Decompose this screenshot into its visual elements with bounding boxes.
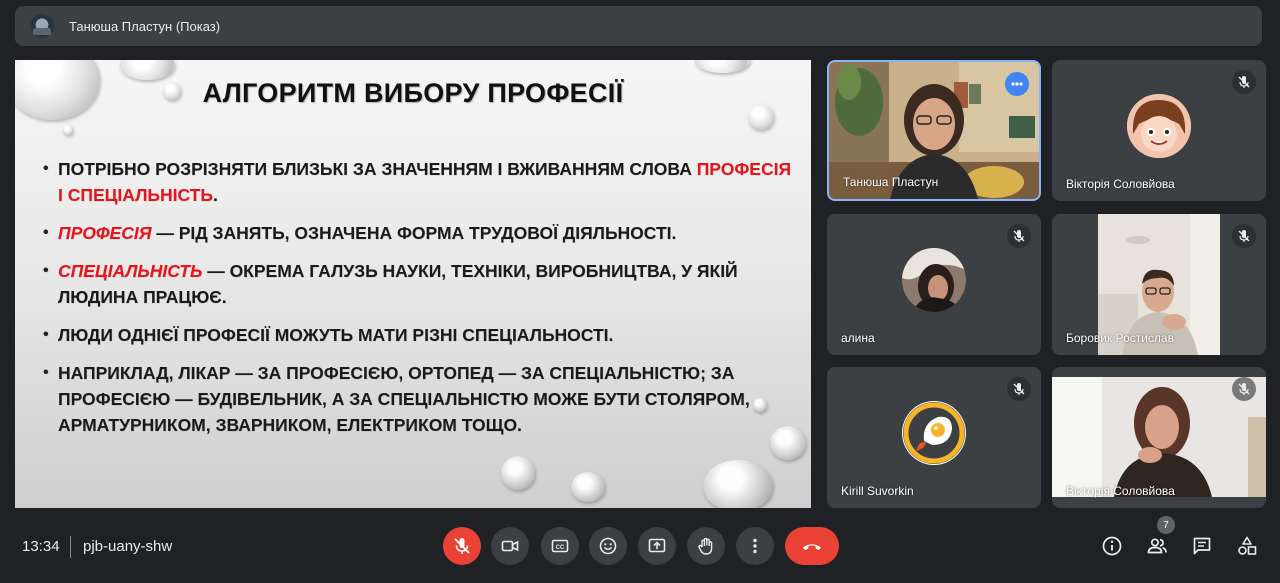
- meeting-code: pjb-uany-shw: [83, 538, 173, 555]
- people-icon: [1147, 538, 1167, 554]
- muted-indicator: [1232, 377, 1256, 401]
- participant-name: Вікторія Соловйова: [1066, 177, 1175, 191]
- mic-off-icon: [1238, 76, 1250, 88]
- emoji-icon: [599, 537, 617, 555]
- slide-bullet: ПРОФЕСІЯ — РІД ЗАНЯТЬ, ОЗНАЧЕНА ФОРМА ТР…: [43, 220, 795, 246]
- fried-egg-rocket-avatar: [902, 401, 966, 466]
- meeting-details-button[interactable]: [1100, 534, 1124, 558]
- water-drop-decoration: [120, 60, 175, 80]
- end-call-icon: [803, 544, 821, 550]
- water-drop-decoration: [501, 456, 535, 490]
- slide-bullet: СПЕЦІАЛЬНІСТЬ — ОКРЕМА ГАЛУЗЬ НАУКИ, ТЕХ…: [43, 258, 795, 310]
- mic-off-icon: [454, 538, 470, 554]
- present-screen-icon: [648, 538, 666, 553]
- meeting-time: 13:34: [22, 538, 60, 555]
- activities-icon: [1238, 536, 1257, 555]
- muted-indicator: [1007, 377, 1031, 401]
- water-drop-decoration: [571, 472, 605, 502]
- participant-name: Вікторія Соловйова: [1066, 484, 1175, 498]
- meeting-controls-bar: 13:34 pjb-uany-shw CC 7: [0, 516, 1280, 583]
- activities-button[interactable]: [1235, 534, 1259, 558]
- presenter-avatar: [30, 14, 54, 38]
- more-options-button[interactable]: [736, 527, 774, 565]
- participant-tile-viktoria[interactable]: Вікторія Соловйова: [1052, 60, 1266, 201]
- camera-icon: [501, 540, 519, 552]
- mic-off-icon: [1238, 383, 1250, 395]
- presenter-title: Танюша Пластун (Показ): [69, 18, 221, 34]
- muted-indicator: [1007, 224, 1031, 248]
- toggle-mic-button[interactable]: [443, 527, 481, 565]
- mic-off-icon: [1013, 383, 1025, 395]
- captions-icon: CC: [551, 539, 569, 553]
- people-count-badge: 7: [1157, 516, 1175, 534]
- water-drop-decoration: [63, 125, 73, 135]
- more-dots-icon: [1011, 82, 1023, 86]
- photo-avatar: [902, 248, 966, 313]
- presentation-slide: АЛГОРИТМ ВИБОРУ ПРОФЕСІЇ ПОТРІБНО РОЗРІЗ…: [15, 60, 811, 508]
- participant-tile-kirill[interactable]: Kirill Suvorkin: [827, 367, 1041, 508]
- captions-button[interactable]: CC: [541, 527, 579, 565]
- muted-indicator: [1232, 70, 1256, 94]
- participant-tile-borovyk[interactable]: Боровик Ростислав: [1052, 214, 1266, 355]
- slide-title: АЛГОРИТМ ВИБОРУ ПРОФЕСІЇ: [202, 78, 624, 108]
- emoji-reactions-button[interactable]: [589, 527, 627, 565]
- participant-name: Боровик Ростислав: [1066, 331, 1174, 345]
- more-vert-icon: [753, 538, 757, 554]
- toggle-camera-button[interactable]: [491, 527, 529, 565]
- participant-tile-viktoria-video[interactable]: Вікторія Соловйова: [1052, 367, 1266, 508]
- show-everyone-button[interactable]: [1145, 534, 1169, 558]
- muted-indicator: [1232, 224, 1256, 248]
- more-options-button[interactable]: [1005, 72, 1029, 96]
- raise-hand-icon: [698, 537, 713, 555]
- water-drop-decoration: [703, 460, 773, 508]
- participant-name: Танюша Пластун: [843, 175, 939, 189]
- presenter-bar: Танюша Пластун (Показ): [15, 6, 1262, 46]
- participant-tile-tanyusha[interactable]: Танюша Пластун: [827, 60, 1041, 201]
- raise-hand-button[interactable]: [687, 527, 725, 565]
- water-drop-decoration: [695, 60, 750, 73]
- info-icon: [1102, 536, 1122, 556]
- chat-icon: [1193, 537, 1211, 555]
- participant-tile-alina[interactable]: алина: [827, 214, 1041, 355]
- cartoon-girl-avatar: [1127, 94, 1191, 159]
- slide-bullets: ПОТРІБНО РОЗРІЗНЯТИ БЛИЗЬКІ ЗА ЗНАЧЕННЯМ…: [43, 156, 795, 450]
- participant-name: алина: [841, 331, 875, 345]
- chat-button[interactable]: [1190, 534, 1214, 558]
- leave-call-button[interactable]: [785, 527, 839, 565]
- slide-bullet: НАПРИКЛАД, ЛІКАР — ЗА ПРОФЕСІЄЮ, ОРТОПЕД…: [43, 360, 795, 438]
- mic-off-icon: [1238, 230, 1250, 242]
- mic-off-icon: [1013, 230, 1025, 242]
- svg-text:CC: CC: [556, 545, 565, 551]
- divider: [70, 536, 71, 558]
- present-now-button[interactable]: [638, 527, 676, 565]
- participant-name: Kirill Suvorkin: [841, 484, 914, 498]
- slide-bullet: ЛЮДИ ОДНІЄЇ ПРОФЕСІЇ МОЖУТЬ МАТИ РІЗНІ С…: [43, 322, 795, 348]
- slide-bullet: ПОТРІБНО РОЗРІЗНЯТИ БЛИЗЬКІ ЗА ЗНАЧЕННЯМ…: [43, 156, 795, 208]
